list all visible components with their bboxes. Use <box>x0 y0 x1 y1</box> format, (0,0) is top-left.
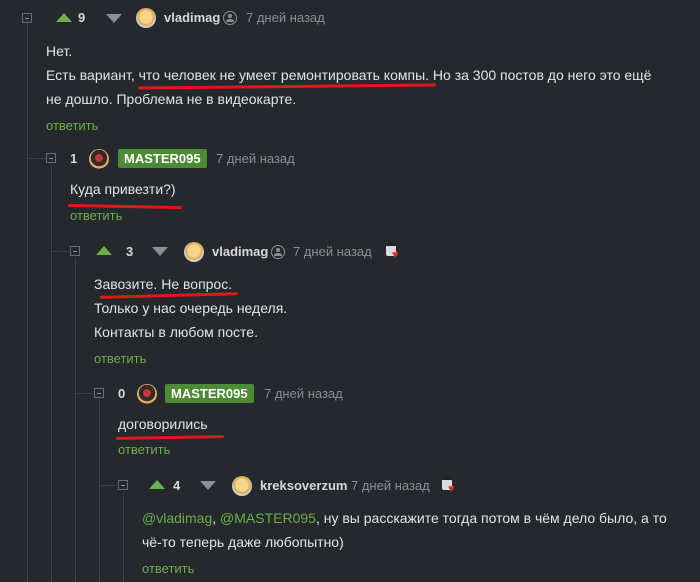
upvote-icon[interactable] <box>56 13 72 22</box>
reply-link[interactable]: ответить <box>46 118 98 133</box>
thread-line <box>99 400 100 582</box>
comment-rating: 3 <box>126 244 134 259</box>
thread-connector <box>99 485 117 486</box>
comment-text-line: договорились <box>118 416 208 432</box>
thread-line <box>51 165 52 582</box>
thread-line <box>123 492 124 582</box>
thread-connector <box>27 158 45 159</box>
user-icon <box>223 11 237 25</box>
thread-line <box>27 20 28 582</box>
collapse-icon[interactable] <box>94 388 104 398</box>
reply-link[interactable]: ответить <box>142 561 194 576</box>
avatar[interactable] <box>137 384 157 404</box>
thread-connector <box>75 393 93 394</box>
mention-link[interactable]: @vladimag <box>142 510 212 526</box>
collapse-icon[interactable] <box>118 480 128 490</box>
avatar[interactable] <box>184 242 204 262</box>
upvote-icon[interactable] <box>149 480 165 489</box>
comment-rating: 1 <box>70 151 78 166</box>
comment-text-line: Нет. <box>46 43 73 59</box>
comment-time: 7 дней назад <box>351 478 430 493</box>
comment-rating: 4 <box>173 478 181 493</box>
highlight-underline <box>115 435 225 440</box>
mention-separator: , <box>212 510 221 526</box>
reply-link[interactable]: ответить <box>70 208 122 223</box>
downvote-icon[interactable] <box>200 481 216 490</box>
comment-text-line: Только у нас очередь неделя. <box>94 300 288 316</box>
comment-text: , ну вы расскажите тогда потом в чём дел… <box>315 510 667 526</box>
comment-author[interactable]: vladimag <box>164 10 220 25</box>
comment-text-line: не дошло. Проблема не в видеокарте. <box>46 91 297 107</box>
thread-line <box>75 258 76 582</box>
avatar[interactable] <box>136 8 156 28</box>
award-icon[interactable]: ♥ <box>384 242 402 261</box>
collapse-icon[interactable] <box>70 246 80 256</box>
comment-author[interactable]: kreksoverzum <box>260 478 347 493</box>
comment-text-line: @vladimag, @MASTER095, ну вы расскажите … <box>142 507 667 530</box>
comment-author[interactable]: vladimag <box>212 244 268 259</box>
comment-text-line: Контакты в любом посте. <box>94 324 258 340</box>
author-badge[interactable]: MASTER095 <box>165 384 254 403</box>
comment-time: 7 дней назад <box>216 151 295 166</box>
reply-link[interactable]: ответить <box>118 442 170 457</box>
author-badge[interactable]: MASTER095 <box>118 149 207 168</box>
comment-text-line: Куда привезти?) <box>70 181 176 197</box>
upvote-icon[interactable] <box>96 246 112 255</box>
collapse-icon[interactable] <box>46 153 56 163</box>
thread-connector <box>51 251 69 252</box>
mention-link[interactable]: @MASTER095 <box>220 510 316 526</box>
comment-rating: 0 <box>118 386 126 401</box>
collapse-icon[interactable] <box>22 13 32 23</box>
downvote-icon[interactable] <box>152 247 168 256</box>
avatar[interactable] <box>232 476 252 496</box>
comment-rating: 9 <box>78 10 86 25</box>
comment-time: 7 дней назад <box>246 10 325 25</box>
comment-time: 7 дней назад <box>293 244 372 259</box>
avatar[interactable] <box>89 149 109 169</box>
comment-time: 7 дней назад <box>264 386 343 401</box>
downvote-icon[interactable] <box>106 14 122 23</box>
user-icon <box>271 245 285 259</box>
comment-text-line: чё-то теперь даже любопытно) <box>142 534 344 550</box>
award-icon[interactable]: ♥ <box>440 476 458 495</box>
reply-link[interactable]: ответить <box>94 351 146 366</box>
